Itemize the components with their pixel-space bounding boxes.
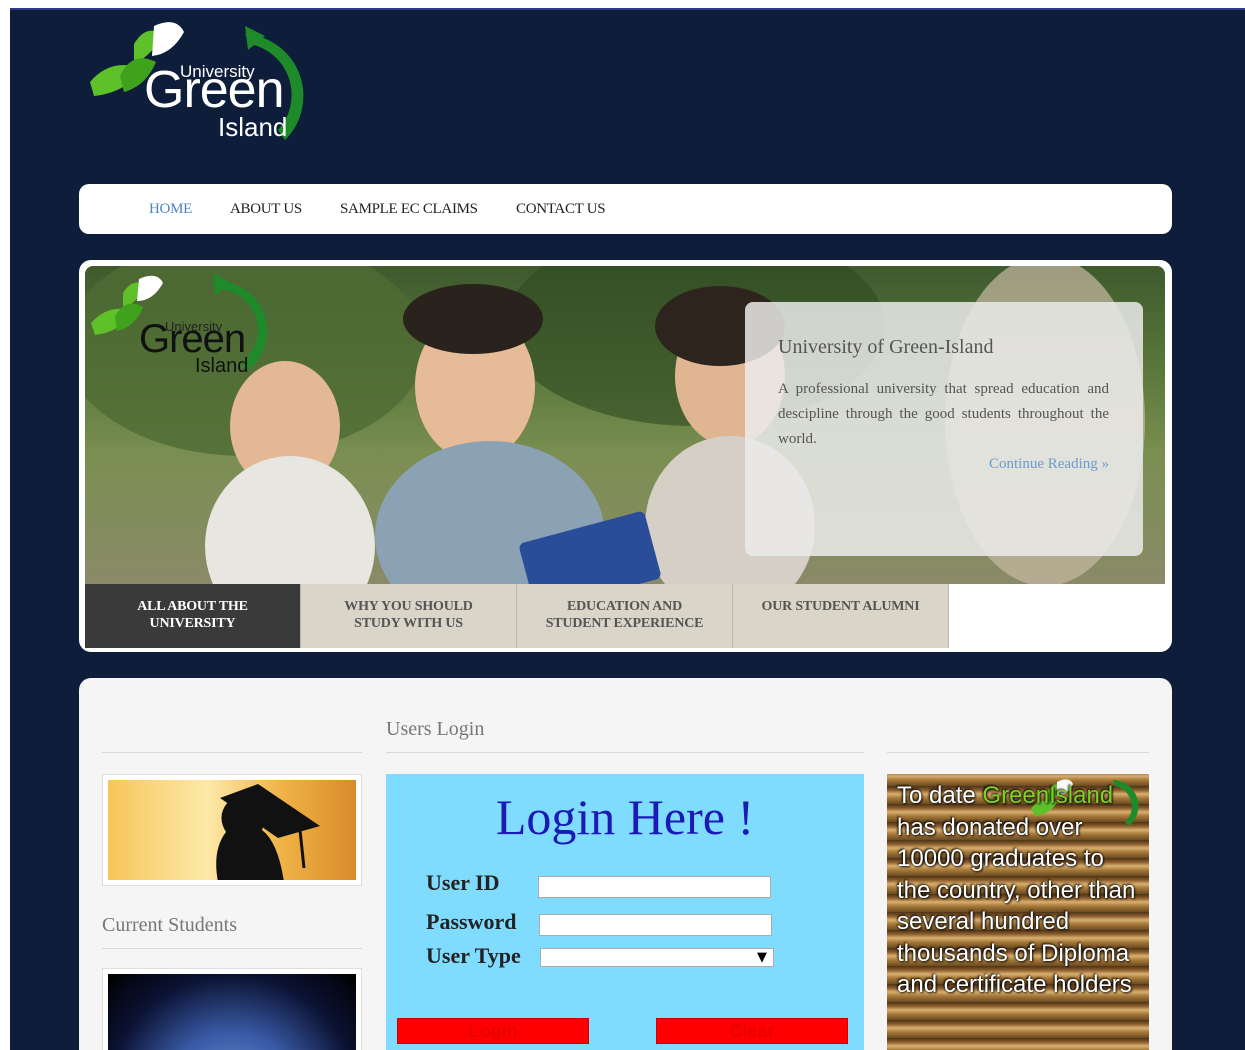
divider — [386, 752, 864, 753]
hero-slider: Green University Island University of Gr… — [79, 260, 1172, 652]
tab-label-line2: STUDENT EXPERIENCE — [545, 616, 704, 631]
tab-label-line2: STUDY WITH US — [354, 616, 463, 631]
nav-about-us[interactable]: ABOUT US — [230, 201, 302, 218]
tab-all-about-university[interactable]: ALL ABOUT THE UNIVERSITY — [85, 584, 301, 648]
caption-text: A professional university that spread ed… — [778, 381, 1109, 447]
slide-tabs: ALL ABOUT THE UNIVERSITY WHY YOU SHOULD … — [85, 584, 1165, 648]
tab-label-line1: ALL ABOUT THE — [137, 599, 248, 614]
nav-sample-ec-claims[interactable]: SAMPLE EC CLAIMS — [340, 201, 478, 218]
tab-label-line1: EDUCATION AND — [567, 599, 682, 614]
divider — [102, 752, 362, 753]
slide-caption: University of Green-Island A professiona… — [745, 302, 1143, 556]
graduate-silhouette-icon — [216, 784, 320, 880]
caption-title: University of Green-Island — [778, 336, 994, 358]
password-label: Password — [426, 909, 517, 934]
logo-island-text: Island — [218, 112, 288, 142]
tab-why-study-with-us[interactable]: WHY YOU SHOULD STUDY WITH US — [301, 584, 517, 648]
tab-label-line1: WHY YOU SHOULD — [344, 599, 473, 614]
content-panel: Users Login Current Students Login Here … — [79, 678, 1172, 1050]
user-type-select[interactable]: ▼ — [540, 948, 774, 967]
books-text-highlight: GreenIsland — [982, 782, 1114, 809]
slide-logo-island-text: Island — [195, 355, 249, 377]
books-promo-image: To date GreenIsland has donated over 100… — [887, 774, 1149, 1050]
nav-home[interactable]: HOME — [149, 201, 192, 218]
tab-label-line2: UNIVERSITY — [149, 616, 236, 631]
slide-image: Green University Island University of Gr… — [85, 266, 1165, 584]
password-input[interactable] — [539, 914, 772, 936]
tab-our-student-alumni[interactable]: OUR STUDENT ALUMNI — [733, 584, 949, 648]
user-id-label: User ID — [426, 870, 500, 895]
logo-green-text: Green — [144, 61, 285, 119]
divider — [102, 948, 362, 949]
user-type-label: User Type — [426, 943, 521, 968]
user-id-input[interactable] — [538, 876, 771, 898]
books-text-start: To date — [897, 782, 976, 809]
users-login-heading: Users Login — [386, 718, 485, 740]
books-promo-text: To date GreenIsland has donated over 100… — [897, 780, 1137, 1001]
slide-logo: Green University Island — [87, 271, 287, 401]
continue-reading-link[interactable]: Continue Reading » — [778, 456, 1109, 473]
tab-label-line1: OUR STUDENT ALUMNI — [761, 599, 920, 614]
earth-image[interactable] — [102, 968, 362, 1050]
tab-education-student-experience[interactable]: EDUCATION AND STUDENT EXPERIENCE — [517, 584, 733, 648]
current-students-heading: Current Students — [102, 914, 237, 936]
graduate-image[interactable] — [102, 774, 362, 886]
divider — [887, 752, 1149, 753]
login-button[interactable]: Login — [397, 1018, 589, 1044]
nav-contact-us[interactable]: CONTACT US — [516, 201, 606, 218]
main-nav: HOME ABOUT US SAMPLE EC CLAIMS CONTACT U… — [79, 184, 1172, 234]
login-title: Login Here ! — [495, 789, 755, 845]
site-logo[interactable]: University Green Island — [80, 20, 340, 170]
login-form: Login Here ! User ID Password User Type … — [386, 774, 864, 1050]
books-text-rest: has donated over 10000 graduates to the … — [897, 813, 1136, 999]
slide-logo-university-text: University — [165, 319, 223, 334]
page-background: University Green Island HOME ABOUT US SA… — [10, 8, 1245, 1050]
dropdown-arrow-icon: ▼ — [757, 950, 767, 965]
clear-button[interactable]: Clear — [656, 1018, 848, 1044]
